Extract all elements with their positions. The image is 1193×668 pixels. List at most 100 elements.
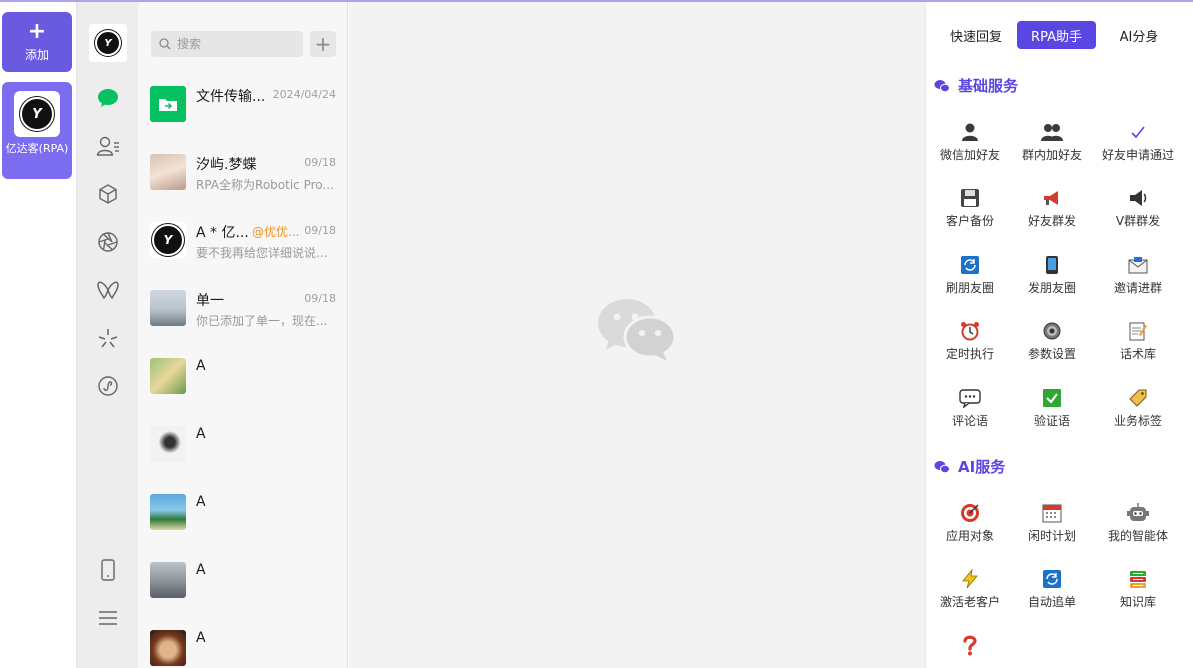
chat-name: A xyxy=(196,494,206,510)
tool-reactivate-customers[interactable]: 激活老客户 xyxy=(927,568,1013,618)
tool-knowledge-base[interactable]: 知识库 xyxy=(1095,568,1181,618)
wechat-icon xyxy=(934,79,950,92)
chat-name: A xyxy=(196,630,206,646)
search-input[interactable] xyxy=(177,37,297,51)
person-icon xyxy=(959,121,981,143)
tab-quick-reply[interactable]: 快速回复 xyxy=(942,21,1010,49)
refresh-icon xyxy=(1041,568,1063,590)
chat-item[interactable]: A xyxy=(138,426,348,494)
floppy-disk-icon xyxy=(959,187,981,209)
tool-label: 业务标签 xyxy=(1113,414,1162,428)
tool-scheduled-execution[interactable]: 定时执行 xyxy=(927,320,1013,370)
contacts-icon[interactable] xyxy=(96,134,120,158)
avatar xyxy=(150,426,186,462)
cube-icon[interactable] xyxy=(96,182,120,206)
tool-label: 群内加好友 xyxy=(1021,148,1082,162)
tool-label: V群群发 xyxy=(1115,214,1161,228)
section-title: AI服务 xyxy=(958,458,1006,476)
plus-icon: + xyxy=(27,19,47,44)
menu-icon[interactable] xyxy=(96,606,120,630)
checkmark-icon xyxy=(1127,121,1149,143)
tool-group-add-friend[interactable]: 群内加好友 xyxy=(1009,121,1095,171)
gear-icon xyxy=(1041,320,1063,342)
search-box[interactable] xyxy=(151,31,303,57)
check-box-icon xyxy=(1041,387,1063,409)
tool-business-tags[interactable]: 业务标签 xyxy=(1095,387,1181,437)
tool-label: 自动追单 xyxy=(1027,595,1076,609)
alarm-clock-icon xyxy=(959,320,981,342)
account-column: + 添加 Y 亿达客(RPA) xyxy=(0,2,76,668)
tool-label: 我的智能体 xyxy=(1107,529,1168,543)
chat-item[interactable]: A xyxy=(138,358,348,426)
add-account-label: 添加 xyxy=(24,48,49,62)
chat-preview: 要不我再给您详细说说... xyxy=(196,246,328,260)
tool-comments[interactable]: 评论语 xyxy=(927,387,1013,437)
chat-name: 文件传输... xyxy=(196,89,266,105)
chat-name: 汐屿.梦蝶 xyxy=(196,157,257,173)
tool-label: 验证语 xyxy=(1033,414,1070,428)
chat-item[interactable]: 单一 09/18 你已添加了单一，现在... xyxy=(138,290,348,358)
add-account-button[interactable]: + 添加 xyxy=(2,12,72,72)
tool-customer-backup[interactable]: 客户备份 xyxy=(927,187,1013,237)
chat-item[interactable]: A xyxy=(138,562,348,630)
tool-label: 定时执行 xyxy=(945,347,994,361)
memo-icon xyxy=(1127,320,1149,342)
my-avatar[interactable]: Y xyxy=(89,24,127,62)
tool-friend-broadcast[interactable]: 好友群发 xyxy=(1009,187,1095,237)
tool-browse-moments[interactable]: 刷朋友圈 xyxy=(927,254,1013,304)
chat-item[interactable]: 汐屿.梦蝶 09/18 RPA全称为Robotic Pro... xyxy=(138,154,348,222)
tool-verification-message[interactable]: 验证语 xyxy=(1009,387,1095,437)
mention-tag: @优优... xyxy=(252,225,300,239)
tool-label: 知识库 xyxy=(1119,595,1156,609)
tool-parameter-settings[interactable]: 参数设置 xyxy=(1009,320,1095,370)
tool-my-agents[interactable]: 我的智能体 xyxy=(1095,502,1181,552)
chat-item[interactable]: A xyxy=(138,494,348,562)
tool-help[interactable] xyxy=(927,634,1013,668)
avatar: Y xyxy=(150,222,186,258)
tab-rpa-assistant[interactable]: RPA助手 xyxy=(1017,21,1096,49)
tool-accept-friend-request[interactable]: 好友申请通过 xyxy=(1095,121,1181,171)
tool-idle-plan[interactable]: 闲时计划 xyxy=(1009,502,1095,552)
tool-label: 评论语 xyxy=(951,414,988,428)
phone-icon[interactable] xyxy=(96,558,120,582)
chat-icon[interactable] xyxy=(96,86,120,110)
loudspeaker-icon xyxy=(1127,187,1149,209)
aperture-icon[interactable] xyxy=(96,230,120,254)
yidake-logo-icon: Y xyxy=(20,97,54,131)
sparkle-icon[interactable] xyxy=(96,326,120,350)
yidake-logo-icon: Y xyxy=(95,30,121,56)
account-name: 亿达客(RPA) xyxy=(5,142,69,155)
tool-script-library[interactable]: 话术库 xyxy=(1095,320,1181,370)
wechat-watermark-icon xyxy=(597,297,677,367)
question-mark-icon xyxy=(959,634,981,656)
tool-target-objects[interactable]: 应用对象 xyxy=(927,502,1013,552)
tool-post-moments[interactable]: 发朋友圈 xyxy=(1009,254,1095,304)
chat-time: 09/18 xyxy=(304,292,336,305)
tool-label: 客户备份 xyxy=(945,214,994,228)
mini-program-icon[interactable] xyxy=(96,374,120,398)
speech-bubble-icon xyxy=(959,387,981,409)
new-chat-button[interactable]: + xyxy=(310,31,336,57)
tool-v-group-broadcast[interactable]: V群群发 xyxy=(1095,187,1181,237)
people-icon xyxy=(1041,121,1063,143)
tab-ai-avatar[interactable]: AI分身 xyxy=(1106,21,1172,49)
envelope-icon xyxy=(1127,254,1149,276)
tool-invite-to-group[interactable]: 邀请进群 xyxy=(1095,254,1181,304)
target-icon xyxy=(959,502,981,524)
tool-label: 应用对象 xyxy=(945,529,994,543)
search-icon xyxy=(159,38,171,50)
tool-auto-followup[interactable]: 自动追单 xyxy=(1009,568,1095,618)
butterfly-icon[interactable] xyxy=(96,278,120,302)
account-item[interactable]: Y 亿达客(RPA) xyxy=(2,82,72,179)
chat-item[interactable]: 文件传输... 2024/04/24 xyxy=(138,86,348,154)
logo-letter: Y xyxy=(32,106,42,122)
tool-wechat-add-friend[interactable]: 微信加好友 xyxy=(927,121,1013,171)
tag-icon xyxy=(1127,387,1149,409)
tool-label: 邀请进群 xyxy=(1113,281,1162,295)
chat-item[interactable]: A xyxy=(138,630,348,668)
avatar xyxy=(150,630,186,666)
tool-label: 闲时计划 xyxy=(1027,529,1076,543)
tool-label: 激活老客户 xyxy=(939,595,1000,609)
chat-item[interactable]: Y A * 亿... @优优... 09/18 要不我再给您详细说说... xyxy=(138,222,348,290)
avatar xyxy=(150,358,186,394)
